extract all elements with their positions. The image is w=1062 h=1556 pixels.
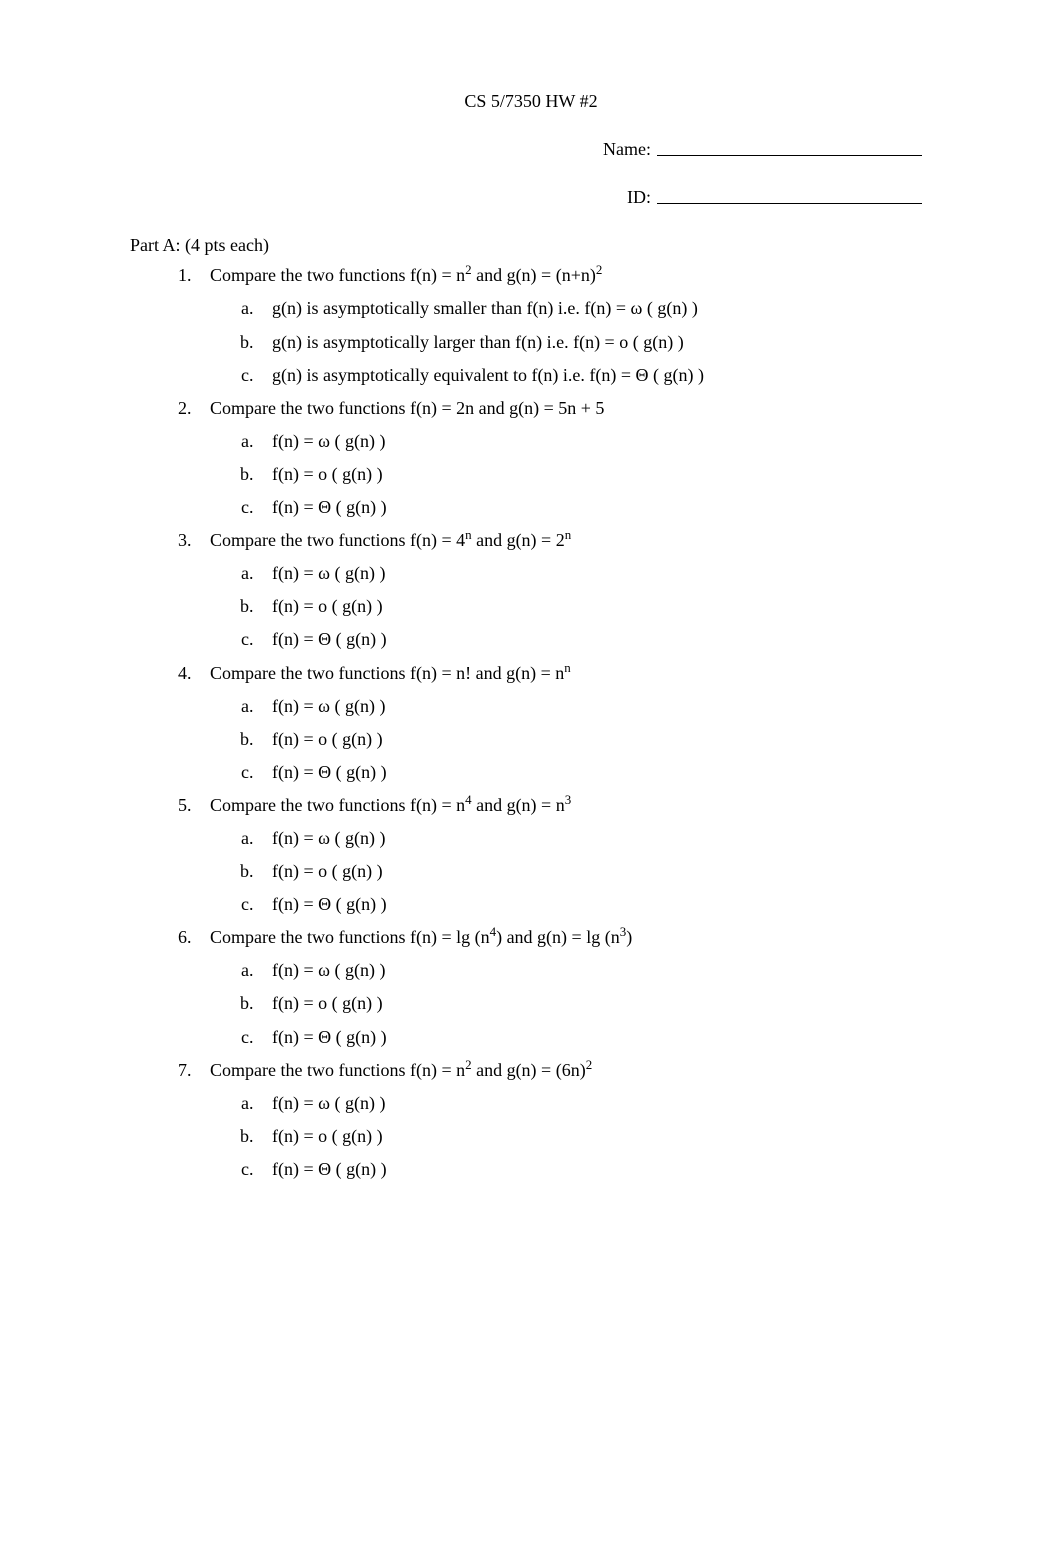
question-prompt: Compare the two functions f(n) = n2 and …	[210, 1057, 932, 1083]
choice-item[interactable]: f(n) = ω ( g(n) )	[258, 957, 932, 983]
choice-item[interactable]: f(n) = ω ( g(n) )	[258, 825, 932, 851]
choice-item[interactable]: g(n) is asymptotically equivalent to f(n…	[258, 362, 932, 388]
part-a-heading: Part A: (4 pts each)	[130, 232, 932, 258]
question-item: Compare the two functions f(n) = n2 and …	[196, 262, 932, 387]
choice-item[interactable]: f(n) = o ( g(n) )	[258, 1123, 932, 1149]
choice-item[interactable]: g(n) is asymptotically larger than f(n) …	[258, 329, 932, 355]
id-field-row: ID:	[130, 184, 932, 210]
question-list: Compare the two functions f(n) = n2 and …	[196, 262, 932, 1182]
question-prompt: Compare the two functions f(n) = n4 and …	[210, 792, 932, 818]
choice-list: f(n) = ω ( g(n) ) f(n) = o ( g(n) ) f(n)…	[258, 428, 932, 520]
choice-item[interactable]: f(n) = Θ ( g(n) )	[258, 1156, 932, 1182]
choice-list: g(n) is asymptotically smaller than f(n)…	[258, 295, 932, 387]
choice-list: f(n) = ω ( g(n) ) f(n) = o ( g(n) ) f(n)…	[258, 825, 932, 917]
choice-item[interactable]: f(n) = Θ ( g(n) )	[258, 891, 932, 917]
name-input-line[interactable]	[657, 136, 922, 156]
choice-item[interactable]: f(n) = ω ( g(n) )	[258, 1090, 932, 1116]
choice-list: f(n) = ω ( g(n) ) f(n) = o ( g(n) ) f(n)…	[258, 560, 932, 652]
question-prompt: Compare the two functions f(n) = n2 and …	[210, 262, 932, 288]
question-prompt: Compare the two functions f(n) = lg (n4)…	[210, 924, 932, 950]
choice-item[interactable]: f(n) = o ( g(n) )	[258, 990, 932, 1016]
choice-item[interactable]: g(n) is asymptotically smaller than f(n)…	[258, 295, 932, 321]
question-item: Compare the two functions f(n) = n! and …	[196, 660, 932, 785]
choice-item[interactable]: f(n) = ω ( g(n) )	[258, 428, 932, 454]
choice-item[interactable]: f(n) = ω ( g(n) )	[258, 693, 932, 719]
choice-item[interactable]: f(n) = o ( g(n) )	[258, 858, 932, 884]
question-item: Compare the two functions f(n) = 2n and …	[196, 395, 932, 520]
question-prompt: Compare the two functions f(n) = 2n and …	[210, 395, 932, 421]
question-item: Compare the two functions f(n) = lg (n4)…	[196, 924, 932, 1049]
choice-item[interactable]: f(n) = Θ ( g(n) )	[258, 626, 932, 652]
choice-item[interactable]: f(n) = ω ( g(n) )	[258, 560, 932, 586]
question-prompt: Compare the two functions f(n) = n! and …	[210, 660, 932, 686]
choice-item[interactable]: f(n) = Θ ( g(n) )	[258, 494, 932, 520]
question-prompt: Compare the two functions f(n) = 4n and …	[210, 527, 932, 553]
choice-item[interactable]: f(n) = o ( g(n) )	[258, 461, 932, 487]
id-input-line[interactable]	[657, 184, 922, 204]
choice-item[interactable]: f(n) = Θ ( g(n) )	[258, 759, 932, 785]
question-item: Compare the two functions f(n) = n4 and …	[196, 792, 932, 917]
name-label: Name:	[603, 136, 651, 162]
choice-list: f(n) = ω ( g(n) ) f(n) = o ( g(n) ) f(n)…	[258, 693, 932, 785]
id-label: ID:	[627, 184, 651, 210]
name-field-row: Name:	[130, 136, 932, 162]
choice-list: f(n) = ω ( g(n) ) f(n) = o ( g(n) ) f(n)…	[258, 957, 932, 1049]
page-title: CS 5/7350 HW #2	[130, 88, 932, 114]
choice-item[interactable]: f(n) = o ( g(n) )	[258, 726, 932, 752]
choice-item[interactable]: f(n) = Θ ( g(n) )	[258, 1024, 932, 1050]
question-item: Compare the two functions f(n) = 4n and …	[196, 527, 932, 652]
choice-list: f(n) = ω ( g(n) ) f(n) = o ( g(n) ) f(n)…	[258, 1090, 932, 1182]
question-item: Compare the two functions f(n) = n2 and …	[196, 1057, 932, 1182]
choice-item[interactable]: f(n) = o ( g(n) )	[258, 593, 932, 619]
